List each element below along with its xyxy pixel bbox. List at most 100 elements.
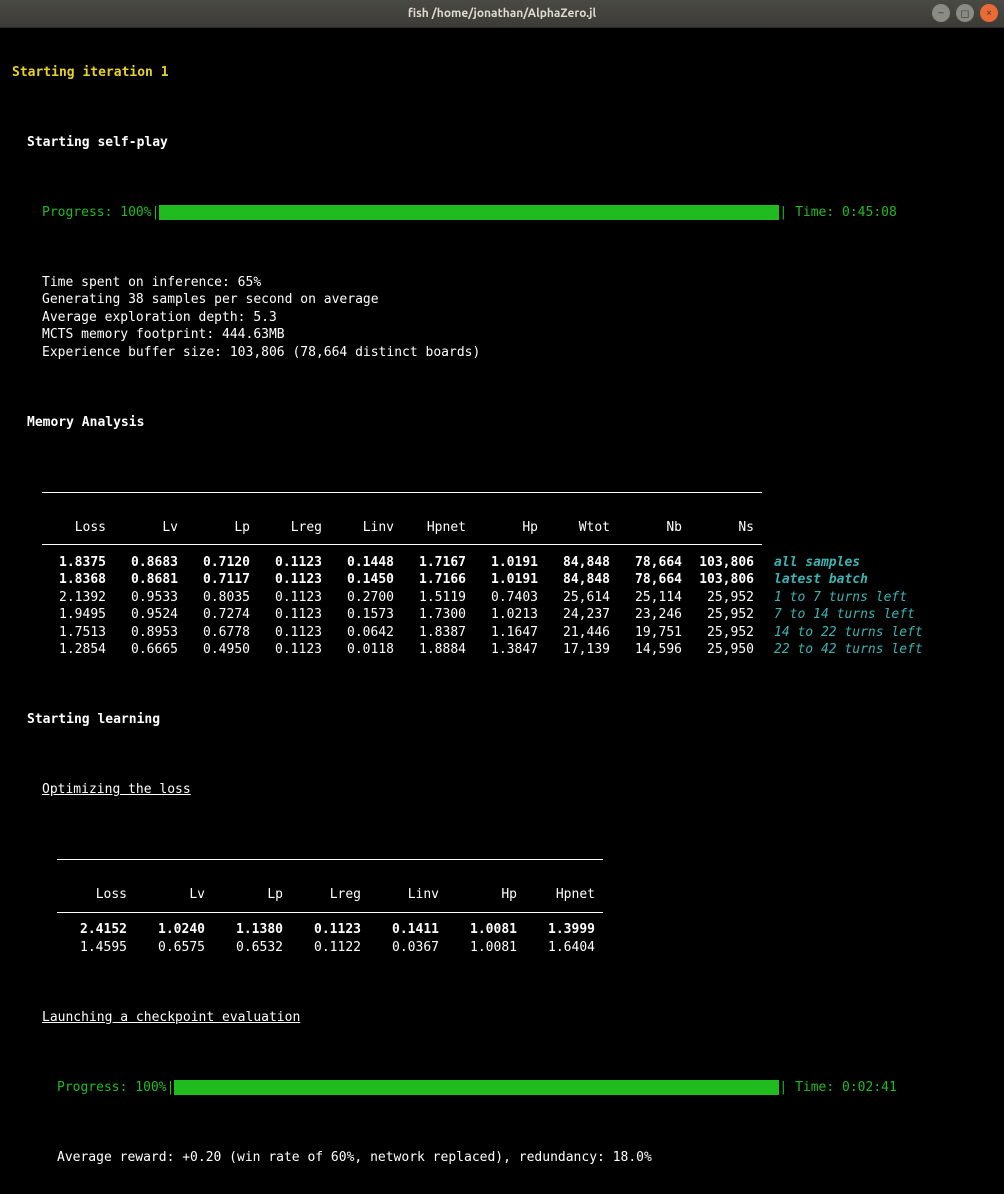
table-cell: 1.8387 [402,624,474,642]
row-note: 7 to 14 turns left [762,606,915,624]
table-cell: 0.6665 [114,641,186,659]
table-cell: 84,848 [546,571,618,589]
table-cell: 78,664 [618,554,690,572]
table-header: LossLvLpLregLinvHpnetHpWtotNbNs [12,519,992,537]
terminal-output: Starting iteration 1 Starting self-play … [0,28,1004,1194]
minimize-icon[interactable]: – [932,4,950,22]
table-cell: 0.1122 [291,939,369,957]
table-cell: 1.8884 [402,641,474,659]
table-cell: 0.9524 [114,606,186,624]
selfplay-stat-line: Average exploration depth: 5.3 [12,309,992,327]
col-header: Loss [42,519,114,537]
close-icon[interactable]: × [980,4,998,22]
table-cell: 78,664 [618,571,690,589]
table-cell: 0.6532 [213,939,291,957]
col-header: Lreg [258,519,330,537]
table-cell: 1.7513 [42,624,114,642]
row-note: latest batch [762,571,868,589]
learning-header: Starting learning [12,711,992,729]
selfplay-stat-line: Experience buffer size: 103,806 (78,664 … [12,344,992,362]
table-cell: 21,446 [546,624,618,642]
table-cell: 0.0367 [369,939,447,957]
table-cell: 0.8683 [114,554,186,572]
col-header: Ns [690,519,762,537]
row-note: all samples [762,554,860,572]
table-cell: 0.1450 [330,571,402,589]
checkpoint-progress: Progress: 100%|| Time: 0:02:41 [12,1079,992,1097]
maximize-icon[interactable]: ◻ [956,4,974,22]
col-header: Linv [369,886,447,904]
selfplay-stat-line: MCTS memory footprint: 444.63MB [12,326,992,344]
table-cell: 2.4152 [57,921,135,939]
table-divider [12,536,992,554]
table-cell: 25,614 [546,589,618,607]
table-cell: 103,806 [690,554,762,572]
col-header: Lv [114,519,186,537]
table-cell: 0.1123 [258,589,330,607]
table-cell: 0.4950 [186,641,258,659]
table-cell: 0.0118 [330,641,402,659]
col-header: Nb [618,519,690,537]
col-header: Lp [213,886,291,904]
progress-bar [159,205,779,220]
table-cell: 1.9495 [42,606,114,624]
table-cell: 19,751 [618,624,690,642]
row-note: 1 to 7 turns left [762,589,907,607]
table-cell: 1.0213 [474,606,546,624]
window-titlebar: fish /home/jonathan/AlphaZero.jl – ◻ × [0,0,1004,28]
table-cell: 0.8681 [114,571,186,589]
progress-label: Progress: 100% [42,205,152,220]
table-cell: 14,596 [618,641,690,659]
table-row: 1.28540.66650.49500.11230.01181.88841.38… [12,641,992,659]
table-cell: 1.2854 [42,641,114,659]
col-header: Hp [447,886,525,904]
table-divider [12,904,992,922]
table-row: 1.83680.86810.71170.11230.14501.71661.01… [12,571,992,589]
table-cell: 0.6575 [135,939,213,957]
table-cell: 1.0081 [447,921,525,939]
table-cell: 24,237 [546,606,618,624]
table-cell: 0.9533 [114,589,186,607]
iteration-header: Starting iteration 1 [12,64,992,82]
table-cell: 0.6778 [186,624,258,642]
table-row: 2.41521.02401.13800.11230.14111.00811.39… [12,921,992,939]
table-cell: 17,139 [546,641,618,659]
table-cell: 1.7167 [402,554,474,572]
table-cell: 25,952 [690,606,762,624]
progress-bar [174,1080,779,1095]
selfplay-header: Starting self-play [12,134,992,152]
table-cell: 0.1573 [330,606,402,624]
table-divider-top [12,851,992,869]
table-cell: 2.1392 [42,589,114,607]
selfplay-stat-line: Time spent on inference: 65% [12,274,992,292]
table-cell: 1.4595 [57,939,135,957]
reward-line: Average reward: +0.20 (win rate of 60%, … [12,1149,992,1167]
table-cell: 1.1380 [213,921,291,939]
progress-time: Time: 0:45:08 [795,205,897,220]
col-header: Wtot [546,519,618,537]
table-cell: 25,952 [690,589,762,607]
table-row: 1.45950.65750.65320.11220.03671.00811.64… [12,939,992,957]
table-cell: 25,950 [690,641,762,659]
col-header: Hp [474,519,546,537]
window-title: fish /home/jonathan/AlphaZero.jl [408,7,596,20]
table-row: 1.83750.86830.71200.11230.14481.71671.01… [12,554,992,572]
col-header: Lp [186,519,258,537]
memory-header: Memory Analysis [12,414,992,432]
table-row: 1.94950.95240.72740.11230.15731.73001.02… [12,606,992,624]
table-cell: 1.1647 [474,624,546,642]
col-header: Linv [330,519,402,537]
table-cell: 0.7274 [186,606,258,624]
table-cell: 25,952 [690,624,762,642]
table-cell: 1.6404 [525,939,603,957]
col-header: Loss [57,886,135,904]
table-cell: 0.8953 [114,624,186,642]
table-cell: 25,114 [618,589,690,607]
col-header: Lreg [291,886,369,904]
selfplay-stat-line: Generating 38 samples per second on aver… [12,291,992,309]
table-cell: 84,848 [546,554,618,572]
table-cell: 0.1123 [258,606,330,624]
col-header: Lv [135,886,213,904]
table-cell: 0.1123 [258,641,330,659]
table-row: 1.75130.89530.67780.11230.06421.83871.16… [12,624,992,642]
